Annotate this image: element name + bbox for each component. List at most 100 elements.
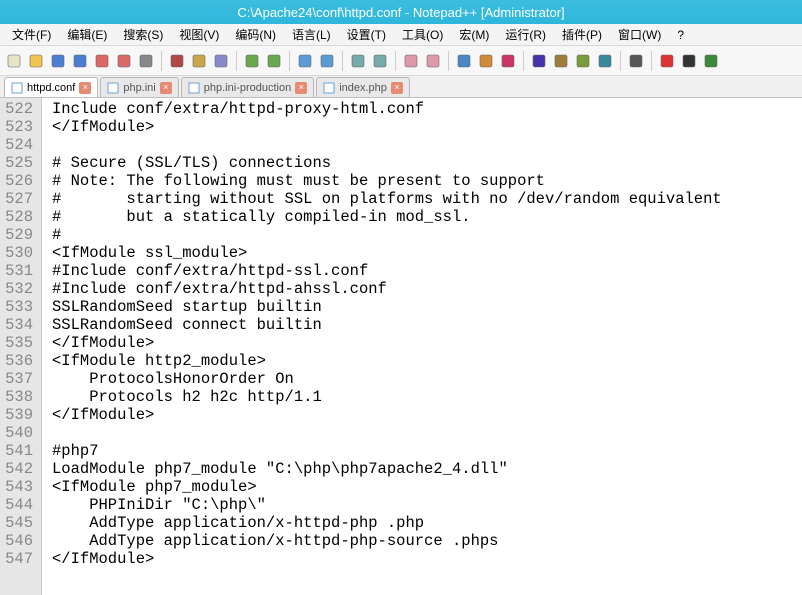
toolbar-separator (161, 51, 162, 71)
zoom-out-icon[interactable] (370, 51, 390, 71)
code-line[interactable]: Include conf/extra/httpd-proxy-html.conf (52, 100, 722, 118)
code-line[interactable]: # Secure (SSL/TLS) connections (52, 154, 722, 172)
line-number: 527 (4, 190, 33, 208)
line-number: 523 (4, 118, 33, 136)
sync-h-icon[interactable] (423, 51, 443, 71)
file-tab[interactable]: httpd.conf × (4, 77, 98, 97)
line-number: 535 (4, 334, 33, 352)
menu-item[interactable]: 搜索(S) (117, 24, 169, 45)
menu-item[interactable]: 语言(L) (286, 24, 337, 45)
redo-icon[interactable] (264, 51, 284, 71)
line-number-gutter: 5225235245255265275285295305315325335345… (0, 98, 42, 595)
code-line[interactable]: SSLRandomSeed startup builtin (52, 298, 722, 316)
code-line[interactable]: #Include conf/extra/httpd-ahssl.conf (52, 280, 722, 298)
code-line[interactable]: SSLRandomSeed connect builtin (52, 316, 722, 334)
monitor-icon[interactable] (626, 51, 646, 71)
wrap-icon[interactable] (454, 51, 474, 71)
stop-icon[interactable] (679, 51, 699, 71)
new-file-icon[interactable] (4, 51, 24, 71)
code-content[interactable]: Include conf/extra/httpd-proxy-html.conf… (42, 98, 722, 595)
paste-icon[interactable] (211, 51, 231, 71)
code-line[interactable]: <IfModule php7_module> (52, 478, 722, 496)
print-icon[interactable] (136, 51, 156, 71)
line-number: 538 (4, 388, 33, 406)
close-icon[interactable]: × (295, 82, 307, 94)
code-line[interactable]: # (52, 226, 722, 244)
menu-item[interactable]: 视图(V) (173, 24, 225, 45)
menu-item[interactable]: 插件(P) (556, 24, 608, 45)
code-line[interactable]: </IfModule> (52, 334, 722, 352)
code-line[interactable]: # Note: The following must must be prese… (52, 172, 722, 190)
sync-v-icon[interactable] (401, 51, 421, 71)
menu-item[interactable]: 宏(M) (453, 24, 495, 45)
code-line[interactable]: # but a statically compiled-in mod_ssl. (52, 208, 722, 226)
func-list-icon[interactable] (573, 51, 593, 71)
zoom-in-icon[interactable] (348, 51, 368, 71)
tab-label: php.ini-production (204, 82, 291, 94)
code-line[interactable]: # starting without SSL on platforms with… (52, 190, 722, 208)
line-number: 534 (4, 316, 33, 334)
code-line[interactable]: <IfModule http2_module> (52, 352, 722, 370)
toolbar-separator (289, 51, 290, 71)
toolbar-separator (236, 51, 237, 71)
close-icon[interactable]: × (160, 82, 172, 94)
indent-guide-icon[interactable] (498, 51, 518, 71)
tab-label: php.ini (123, 82, 155, 94)
close-icon[interactable]: × (391, 82, 403, 94)
code-line[interactable]: <IfModule ssl_module> (52, 244, 722, 262)
line-number: 536 (4, 352, 33, 370)
menu-item[interactable]: 编码(N) (229, 24, 282, 45)
tab-label: index.php (339, 82, 387, 94)
save-icon[interactable] (48, 51, 68, 71)
doc-map-icon[interactable] (551, 51, 571, 71)
code-line[interactable] (52, 136, 722, 154)
code-line[interactable]: </IfModule> (52, 406, 722, 424)
code-line[interactable]: </IfModule> (52, 550, 722, 568)
lang-icon[interactable] (529, 51, 549, 71)
menu-item[interactable]: ? (671, 26, 690, 44)
line-number: 529 (4, 226, 33, 244)
code-line[interactable]: AddType application/x-httpd-php-source .… (52, 532, 722, 550)
menu-item[interactable]: 工具(O) (396, 24, 449, 45)
file-tab[interactable]: index.php × (316, 77, 410, 97)
file-tab[interactable]: php.ini-production × (181, 77, 314, 97)
code-line[interactable]: ProtocolsHonorOrder On (52, 370, 722, 388)
code-line[interactable]: </IfModule> (52, 118, 722, 136)
code-line[interactable]: AddType application/x-httpd-php .php (52, 514, 722, 532)
file-icon (323, 82, 335, 94)
close-icon[interactable]: × (79, 82, 91, 94)
code-line[interactable]: #php7 (52, 442, 722, 460)
menu-item[interactable]: 运行(R) (499, 24, 552, 45)
folder-tree-icon[interactable] (595, 51, 615, 71)
editor-area: 5225235245255265275285295305315325335345… (0, 98, 802, 595)
code-line[interactable]: PHPIniDir "C:\php\" (52, 496, 722, 514)
code-line[interactable]: LoadModule php7_module "C:\php\php7apach… (52, 460, 722, 478)
line-number: 531 (4, 262, 33, 280)
code-line[interactable] (52, 424, 722, 442)
record-icon[interactable] (657, 51, 677, 71)
tab-label: httpd.conf (27, 82, 75, 94)
line-number: 543 (4, 478, 33, 496)
find-icon[interactable] (295, 51, 315, 71)
show-all-icon[interactable] (476, 51, 496, 71)
code-line[interactable]: #Include conf/extra/httpd-ssl.conf (52, 262, 722, 280)
menu-item[interactable]: 窗口(W) (612, 24, 667, 45)
menu-item[interactable]: 设置(T) (341, 24, 392, 45)
copy-icon[interactable] (189, 51, 209, 71)
line-number: 539 (4, 406, 33, 424)
close-icon[interactable] (92, 51, 112, 71)
cut-icon[interactable] (167, 51, 187, 71)
open-folder-icon[interactable] (26, 51, 46, 71)
play-icon[interactable] (701, 51, 721, 71)
close-all-icon[interactable] (114, 51, 134, 71)
replace-icon[interactable] (317, 51, 337, 71)
line-number: 547 (4, 550, 33, 568)
menu-item[interactable]: 文件(F) (6, 24, 57, 45)
code-line[interactable]: Protocols h2 h2c http/1.1 (52, 388, 722, 406)
line-number: 530 (4, 244, 33, 262)
line-number: 546 (4, 532, 33, 550)
save-all-icon[interactable] (70, 51, 90, 71)
undo-icon[interactable] (242, 51, 262, 71)
file-tab[interactable]: php.ini × (100, 77, 178, 97)
menu-item[interactable]: 编辑(E) (61, 24, 113, 45)
